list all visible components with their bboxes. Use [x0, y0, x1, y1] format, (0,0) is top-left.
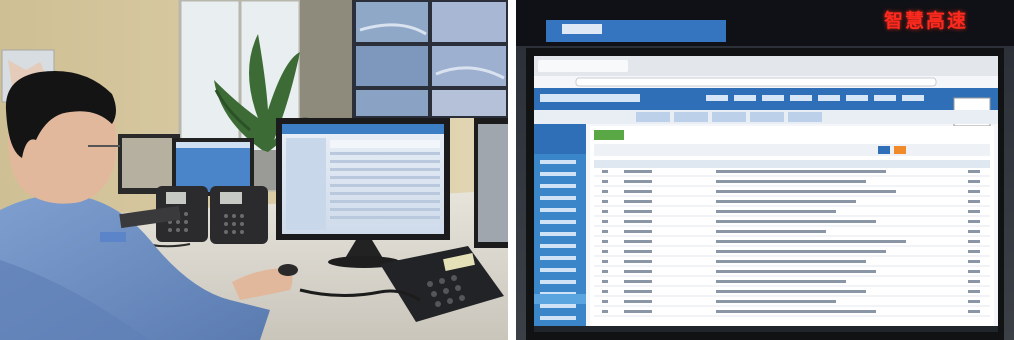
- table-header: [594, 160, 990, 168]
- photo-operator-workstation: [0, 0, 508, 340]
- reset-button: [894, 146, 906, 154]
- desk-badge: [100, 232, 126, 242]
- os-taskbar: [534, 326, 998, 332]
- monitor-scene: [516, 0, 1014, 340]
- photo-monitor-portal: 智慧高速: [516, 0, 1014, 340]
- filter-bar: [594, 144, 990, 156]
- led-sign-text: 智慧高速: [883, 10, 968, 32]
- operator-scene: [0, 0, 508, 340]
- desk-phone-middle: [210, 186, 268, 244]
- search-button: [878, 146, 890, 154]
- mouse: [278, 264, 298, 276]
